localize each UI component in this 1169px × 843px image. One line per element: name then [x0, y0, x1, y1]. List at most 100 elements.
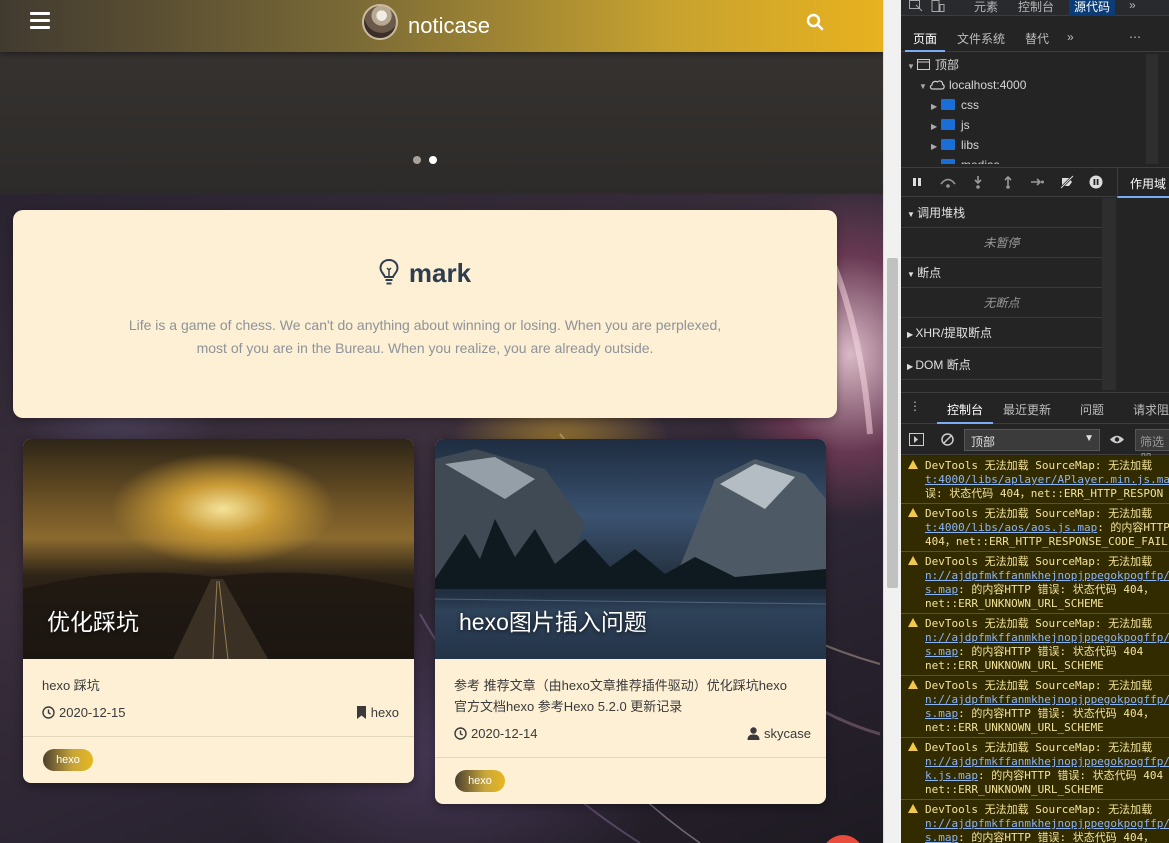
more-tabs-icon[interactable]: » — [1129, 0, 1136, 12]
sections-scrollbar[interactable] — [1102, 198, 1116, 390]
frame-icon — [917, 59, 930, 70]
tree-root[interactable]: ▼ 顶部 — [907, 55, 959, 75]
tab-console[interactable]: 控制台 — [937, 393, 994, 424]
console-warning[interactable]: DevTools 无法加载 SourceMap: 无法加载 t:4000/libs… — [901, 456, 1169, 504]
tree-folder-libs[interactable]: ▶ libs — [931, 135, 979, 155]
post-thumbnail[interactable]: hexo图片插入问题 — [435, 439, 826, 659]
post-category-text[interactable]: hexo — [371, 705, 399, 720]
log-line: DevTools 无法加载 SourceMap: 无法加载 — [925, 617, 1153, 630]
carousel-dot-2[interactable] — [429, 156, 437, 164]
log-link[interactable]: n://ajdpfmkffanmkhejnopjppegokpogffp/ — [925, 631, 1169, 645]
step-icon[interactable] — [1030, 175, 1044, 189]
more-options-icon[interactable]: ⋯ — [1129, 30, 1141, 44]
log-link[interactable]: s.map — [925, 707, 958, 720]
log-link[interactable]: k.js.map — [925, 769, 978, 782]
log-line: DevTools 无法加载 SourceMap: 无法加载 — [925, 741, 1153, 754]
eye-icon[interactable] — [1109, 434, 1125, 445]
post-divider — [23, 736, 414, 737]
clear-console-icon[interactable] — [941, 433, 954, 446]
console-warning[interactable]: DevTools 无法加载 SourceMap: 无法加载 n://ajdpfmk… — [901, 738, 1169, 800]
log-link[interactable]: n://ajdpfmkffanmkhejnopjppegokpogffp/ — [925, 817, 1169, 831]
deactivate-breakpoints-icon[interactable] — [1060, 175, 1074, 189]
console-warning[interactable]: DevTools 无法加载 SourceMap: 无法加载 n://ajdpfmk… — [901, 800, 1169, 843]
section-dom-breakpoints[interactable]: ▶ DOM 断点 — [901, 350, 1102, 380]
tab-filesystem[interactable]: 文件系统 — [957, 30, 1005, 47]
console-warning[interactable]: DevTools 无法加载 SourceMap: 无法加载 n://ajdpfmk… — [901, 676, 1169, 738]
section-breakpoints[interactable]: ▼ 断点 — [901, 258, 1102, 288]
log-line: DevTools 无法加载 SourceMap: 无法加载 — [925, 507, 1153, 520]
site-logo[interactable] — [362, 4, 398, 40]
console-warning[interactable]: DevTools 无法加载 SourceMap: 无法加载 t:4000/libs… — [901, 504, 1169, 552]
tab-sources[interactable]: 源代码 — [1069, 0, 1116, 16]
post-date: 2020-12-15 — [42, 705, 126, 720]
post-date-text: 2020-12-14 — [471, 726, 538, 741]
log-link[interactable]: s.map — [925, 831, 958, 843]
carousel-dot-1[interactable] — [413, 156, 421, 164]
tab-whats-new[interactable]: 最近更新 — [1003, 401, 1051, 418]
bookmark-icon — [356, 706, 366, 719]
post-title[interactable]: 优化踩坑 — [47, 603, 139, 637]
log-link[interactable]: t:4000/libs/aplayer/APlayer.min.js.ma — [925, 473, 1169, 487]
log-text: : 的内容HTTP 错误: 状态代码 404， — [958, 831, 1155, 843]
drawer-menu-icon[interactable]: ⋮ — [909, 399, 921, 413]
log-link[interactable]: t:4000/libs/aos/aos.js.map — [925, 521, 1097, 534]
step-out-icon[interactable] — [1001, 175, 1015, 189]
tab-scope[interactable]: 作用域 — [1117, 168, 1169, 198]
user-icon — [747, 727, 760, 740]
tab-console-top[interactable]: 控制台 — [1018, 0, 1054, 15]
tab-elements[interactable]: 元素 — [974, 0, 998, 15]
post-excerpt-line-2: 官方文档hexo 参考Hexo 5.2.0 更新记录 — [454, 699, 683, 714]
log-link[interactable]: n://ajdpfmkffanmkhejnopjppegokpogffp/ — [925, 693, 1169, 707]
log-link[interactable]: s.map — [925, 645, 958, 658]
step-over-icon[interactable] — [939, 175, 957, 189]
search-icon[interactable] — [806, 13, 824, 31]
post-author-text[interactable]: skycase — [764, 726, 811, 741]
context-select[interactable]: 顶部 ▼ — [964, 429, 1100, 451]
tab-overrides[interactable]: 替代 — [1025, 30, 1049, 47]
log-line: 误: 状态代码 404，net::ERR_HTTP_RESPON — [925, 487, 1164, 500]
post-card-2[interactable]: hexo图片插入问题 参考 推荐文章（由hexo文章推荐插件驱动）优化踩坑hex… — [435, 439, 826, 804]
post-tag[interactable]: hexo — [43, 749, 93, 771]
post-thumbnail[interactable]: 优化踩坑 — [23, 439, 414, 659]
menu-icon[interactable] — [30, 12, 50, 30]
post-excerpt: hexo 踩坑 — [42, 678, 100, 693]
console-toolbar: 顶部▼ 筛选器 — [901, 425, 1169, 466]
log-link[interactable]: s.map — [925, 583, 958, 596]
tree-scrollbar[interactable] — [1146, 54, 1158, 164]
tab-issues[interactable]: 问题 — [1080, 401, 1104, 418]
pause-on-exceptions-icon[interactable] — [1089, 175, 1103, 189]
log-text: : 的内容HTTP 错误: 状态代码 404， — [958, 583, 1155, 596]
log-link[interactable]: n://ajdpfmkffanmkhejnopjppegokpogffp/ — [925, 755, 1169, 769]
post-author[interactable]: skycase — [747, 726, 811, 741]
log-link[interactable]: n://ajdpfmkffanmkhejnopjppegokpogffp/ — [925, 569, 1169, 583]
tree-host[interactable]: ▼ localhost:4000 — [919, 75, 1026, 95]
inspect-element-icon[interactable] — [909, 0, 923, 12]
device-toolbar-icon[interactable] — [931, 0, 945, 12]
post-tag[interactable]: hexo — [455, 770, 505, 792]
page-scrollbar[interactable] — [883, 0, 901, 843]
log-line: 404，net::ERR_HTTP_RESPONSE_CODE_FAIL — [925, 535, 1168, 548]
tab-page[interactable]: 页面 — [905, 24, 946, 52]
log-line: net::ERR_UNKNOWN_URL_SCHEME — [925, 721, 1104, 734]
debugger-toolbar: 作用域 — [901, 167, 1169, 198]
pause-icon[interactable] — [910, 175, 924, 189]
sidebar-toggle-icon[interactable] — [909, 433, 924, 446]
console-warning[interactable]: DevTools 无法加载 SourceMap: 无法加载 n://ajdpfmk… — [901, 614, 1169, 676]
section-call-stack[interactable]: ▼ 调用堆栈 — [901, 198, 1102, 228]
site-title[interactable]: noticase — [408, 13, 490, 39]
tree-folder-js[interactable]: ▶ js — [931, 115, 970, 135]
hero-carousel — [0, 52, 883, 194]
post-title[interactable]: hexo图片插入问题 — [459, 603, 647, 637]
scrollbar-thumb[interactable] — [887, 258, 898, 588]
tab-request-blocking[interactable]: 请求阻 — [1133, 401, 1169, 418]
step-into-icon[interactable] — [971, 175, 985, 189]
more-sub-tabs-icon[interactable]: » — [1067, 30, 1074, 44]
section-xhr-breakpoints[interactable]: ▶ XHR/提取断点 — [901, 318, 1102, 348]
tree-folder-medias[interactable]: ▶medias — [931, 155, 1000, 164]
tree-folder-css[interactable]: ▶ css — [931, 95, 979, 115]
post-category[interactable]: hexo — [356, 705, 399, 720]
filter-input[interactable]: 筛选器 — [1135, 429, 1169, 466]
console-warning[interactable]: DevTools 无法加载 SourceMap: 无法加载 n://ajdpfmk… — [901, 552, 1169, 614]
post-card-1[interactable]: 优化踩坑 hexo 踩坑 2020-12-15 hexo hexo — [23, 439, 414, 783]
log-text: : 的内容HTTP 错误: 状态代码 404 — [977, 769, 1164, 782]
